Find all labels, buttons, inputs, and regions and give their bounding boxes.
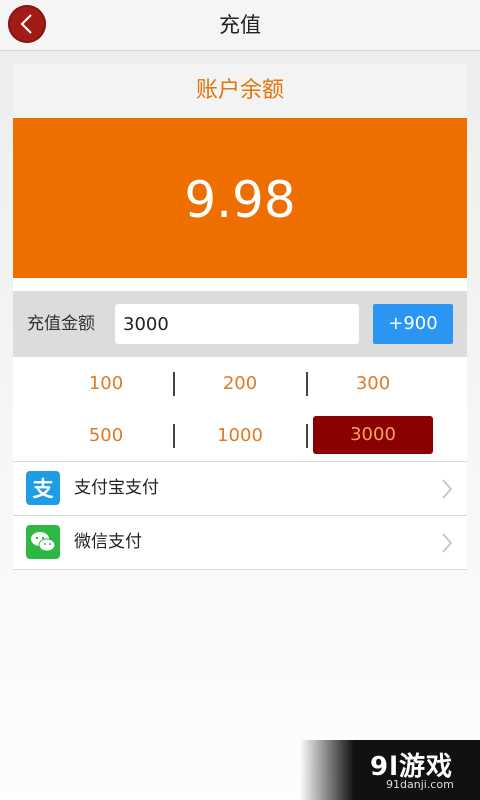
- payment-wechat[interactable]: 微信支付: [13, 515, 467, 570]
- chevron-right-icon: [442, 533, 453, 553]
- quick-amount-3000-selected[interactable]: 3000: [313, 416, 433, 454]
- top-bar: 充值: [0, 0, 480, 51]
- divider: [173, 424, 175, 448]
- bonus-button[interactable]: +900: [373, 304, 453, 344]
- page-title: 充值: [219, 13, 261, 37]
- alipay-icon: 支: [26, 471, 60, 505]
- watermark: 9l游戏 91danji.com: [300, 740, 480, 800]
- payment-label: 微信支付: [74, 532, 142, 552]
- payment-label: 支付宝支付: [74, 478, 159, 498]
- recharge-card: 账户余额 9.98 充值金额 +900 100 200 300 500 1000…: [13, 64, 467, 570]
- divider: [173, 372, 175, 396]
- watermark-site: 91danji.com: [386, 778, 454, 791]
- amount-row: 充值金额 +900: [13, 291, 467, 357]
- quick-amount-1000[interactable]: 1000: [180, 417, 300, 455]
- svg-text:支: 支: [33, 477, 55, 501]
- balance-label: 账户余额: [13, 64, 467, 118]
- wechat-icon: [26, 525, 60, 559]
- divider: [306, 424, 308, 448]
- quick-amount-200[interactable]: 200: [180, 365, 300, 403]
- quick-amount-grid: 100 200 300 500 1000 3000: [13, 357, 467, 461]
- amount-input[interactable]: [115, 304, 359, 344]
- divider: [306, 372, 308, 396]
- amount-label: 充值金额: [27, 314, 95, 334]
- balance-value: 9.98: [13, 118, 467, 278]
- chevron-right-icon: [442, 479, 453, 499]
- payment-alipay[interactable]: 支 支付宝支付: [13, 461, 467, 515]
- quick-amount-500[interactable]: 500: [46, 417, 166, 455]
- quick-amount-300[interactable]: 300: [313, 365, 433, 403]
- quick-amount-100[interactable]: 100: [46, 365, 166, 403]
